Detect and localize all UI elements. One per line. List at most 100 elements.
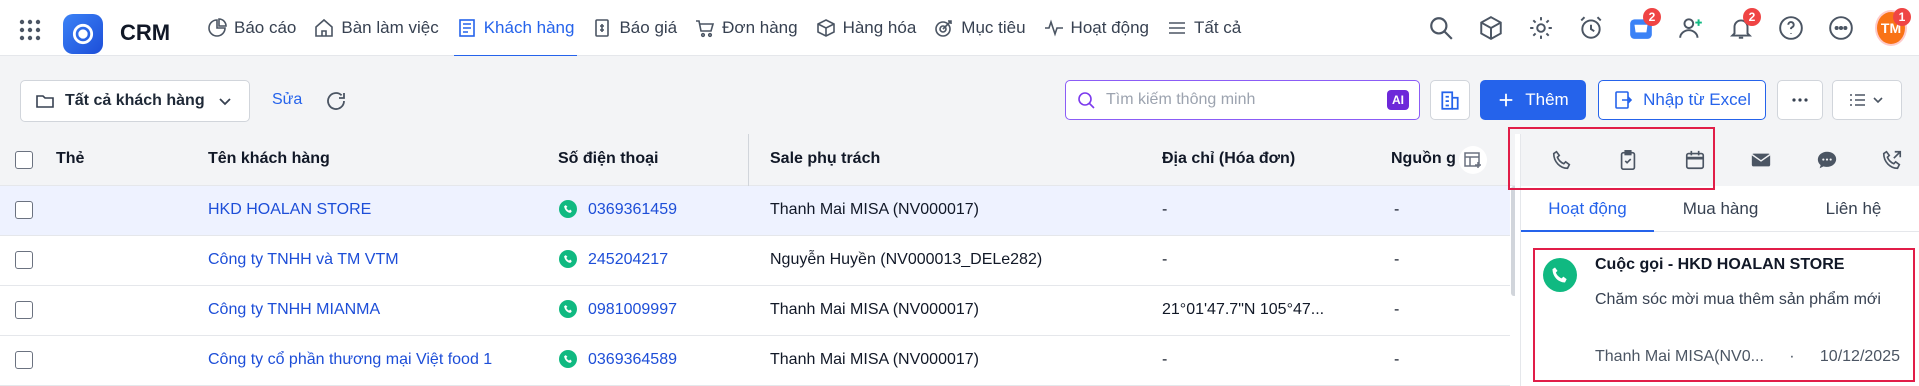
calendar-icon[interactable]	[1682, 147, 1708, 173]
phone-icon[interactable]	[1549, 147, 1575, 173]
filter-label: Tất cả khách hàng	[65, 92, 205, 109]
nav-label: Bàn làm việc	[341, 18, 439, 37]
sale-owner: Thanh Mai MISA (NV000017)	[770, 351, 979, 368]
billing-address: -	[1162, 351, 1168, 368]
avatar-badge: 1	[1893, 8, 1911, 26]
email-icon[interactable]	[1748, 147, 1774, 173]
billing-address: -	[1162, 201, 1168, 218]
activity-title[interactable]: Cuộc gọi - HKD HOALAN STORE	[1595, 256, 1844, 274]
column-divider	[748, 134, 749, 186]
customer-detail-panel: Hoạt động Mua hàng Liên hệ Cuộc gọi - HK…	[1520, 134, 1919, 386]
phone-number-link[interactable]: 0369364589	[588, 351, 677, 369]
quote-icon	[592, 18, 612, 38]
nav-item-bao-gia[interactable]: Báo giá	[583, 0, 686, 56]
edit-filter-link[interactable]: Sửa	[272, 91, 302, 109]
source: -	[1394, 301, 1400, 318]
customer-name-link[interactable]: HKD HOALAN STORE	[208, 201, 371, 219]
refresh-icon[interactable]	[324, 89, 348, 113]
target-icon	[934, 18, 954, 38]
building-icon	[1439, 89, 1461, 111]
phone-number-link[interactable]: 0981009997	[588, 301, 677, 319]
customer-map-button[interactable]	[1430, 80, 1470, 120]
crm-logo[interactable]	[63, 14, 103, 54]
gear-icon[interactable]	[1525, 12, 1557, 44]
help-icon[interactable]	[1775, 12, 1807, 44]
tab-mua-hang[interactable]: Mua hàng	[1654, 186, 1787, 231]
table-row[interactable]: Công ty TNHH và TM VTM 245204217 Nguyễn …	[0, 236, 1510, 286]
call-activity-icon	[1543, 258, 1577, 292]
package-search-icon[interactable]	[1475, 12, 1507, 44]
tab-lien-he[interactable]: Liên hệ	[1787, 186, 1919, 231]
nav-item-ban-lam-viec[interactable]: Bàn làm việc	[305, 0, 447, 56]
column-header-phone[interactable]: Số điện thoại	[558, 150, 658, 168]
phone-number-link[interactable]: 245204217	[588, 251, 668, 269]
home-icon	[314, 18, 334, 38]
add-user-icon[interactable]	[1675, 12, 1707, 44]
nav-item-tat-ca[interactable]: Tất cả	[1158, 0, 1250, 56]
phone-icon[interactable]	[559, 200, 577, 218]
top-navigation: CRM Báo cáo Bàn làm việc Khách hàng Báo …	[0, 0, 1919, 57]
sparkle-search-icon	[1076, 90, 1096, 110]
tab-hoat-dong[interactable]: Hoạt động	[1521, 186, 1654, 232]
nav-label: Hoạt động	[1070, 18, 1149, 37]
activity-meta: Thanh Mai MISA(NV0... · 10/12/2025	[1595, 348, 1900, 366]
column-header-source[interactable]: Nguồn g	[1391, 150, 1456, 168]
import-excel-button[interactable]: Nhập từ Excel	[1598, 80, 1766, 120]
task-icon[interactable]	[1615, 147, 1641, 173]
customer-filter-select[interactable]: Tất cả khách hàng	[20, 80, 250, 122]
source: -	[1394, 251, 1400, 268]
nav-label: Báo cáo	[234, 18, 297, 37]
user-avatar[interactable]: TM 1	[1875, 8, 1911, 46]
store-icon[interactable]: 2	[1625, 8, 1661, 44]
folder-icon	[35, 91, 55, 111]
column-header-address[interactable]: Địa chỉ (Hóa đơn)	[1162, 150, 1295, 168]
call-out-icon[interactable]	[1879, 147, 1905, 173]
table-row[interactable]: Công ty TNHH MIANMA 0981009997 Thanh Mai…	[0, 286, 1510, 336]
column-settings-icon[interactable]	[1459, 146, 1487, 174]
toolbar: Tất cả khách hàng Sửa AI Thêm Nhập từ Ex…	[0, 56, 1919, 134]
alarm-clock-icon[interactable]	[1575, 12, 1607, 44]
phone-icon[interactable]	[559, 300, 577, 318]
nav-item-bao-cao[interactable]: Báo cáo	[198, 0, 305, 56]
column-header-sale[interactable]: Sale phụ trách	[770, 150, 880, 168]
add-label: Thêm	[1525, 90, 1569, 109]
nav-item-khach-hang[interactable]: Khách hàng	[448, 0, 584, 57]
more-options-icon[interactable]	[1825, 12, 1857, 44]
table-scrollbar[interactable]	[1511, 186, 1515, 296]
nav-item-hang-hoa[interactable]: Hàng hóa	[807, 0, 926, 56]
row-checkbox[interactable]	[15, 251, 33, 269]
nav-label: Báo giá	[619, 18, 678, 37]
row-checkbox[interactable]	[15, 351, 33, 369]
phone-icon[interactable]	[559, 350, 577, 368]
activity-date: 10/12/2025	[1819, 348, 1900, 365]
bell-icon[interactable]: 2	[1725, 8, 1761, 44]
column-header-tag[interactable]: Thẻ	[56, 150, 84, 168]
chevron-down-icon	[215, 91, 235, 111]
smart-search[interactable]: AI	[1065, 80, 1420, 120]
customer-name-link[interactable]: Công ty cổ phần thương mại Việt food 1	[208, 351, 492, 369]
table-row[interactable]: Công ty cổ phần thương mại Việt food 1 0…	[0, 336, 1510, 386]
table-row[interactable]: HKD HOALAN STORE 0369361459 Thanh Mai MI…	[0, 186, 1510, 236]
search-input[interactable]	[1106, 91, 1377, 109]
add-button[interactable]: Thêm	[1480, 80, 1586, 120]
nav-item-muc-tieu[interactable]: Mục tiêu	[925, 0, 1034, 56]
ai-badge[interactable]: AI	[1387, 90, 1409, 110]
nav-item-don-hang[interactable]: Đơn hàng	[686, 0, 806, 56]
main-nav: Báo cáo Bàn làm việc Khách hàng Báo giá …	[198, 0, 1250, 57]
phone-icon[interactable]	[559, 250, 577, 268]
nav-item-hoat-dong[interactable]: Hoạt động	[1035, 0, 1158, 56]
column-header-name[interactable]: Tên khách hàng	[208, 150, 330, 168]
customer-name-link[interactable]: Công ty TNHH và TM VTM	[208, 251, 399, 269]
more-actions-button[interactable]	[1777, 80, 1823, 120]
activity-item[interactable]: Cuộc gọi - HKD HOALAN STORE Chăm sóc mời…	[1535, 250, 1905, 378]
row-checkbox[interactable]	[15, 301, 33, 319]
row-checkbox[interactable]	[15, 201, 33, 219]
chat-icon[interactable]	[1814, 147, 1840, 173]
phone-number-link[interactable]: 0369361459	[588, 201, 677, 219]
search-icon[interactable]	[1425, 12, 1457, 44]
view-mode-button[interactable]	[1832, 80, 1902, 120]
app-grid-icon[interactable]	[18, 18, 42, 42]
customer-name-link[interactable]: Công ty TNHH MIANMA	[208, 301, 380, 319]
customer-table: Thẻ Tên khách hàng Số điện thoại Sale ph…	[0, 134, 1515, 386]
select-all-checkbox[interactable]	[15, 151, 33, 169]
